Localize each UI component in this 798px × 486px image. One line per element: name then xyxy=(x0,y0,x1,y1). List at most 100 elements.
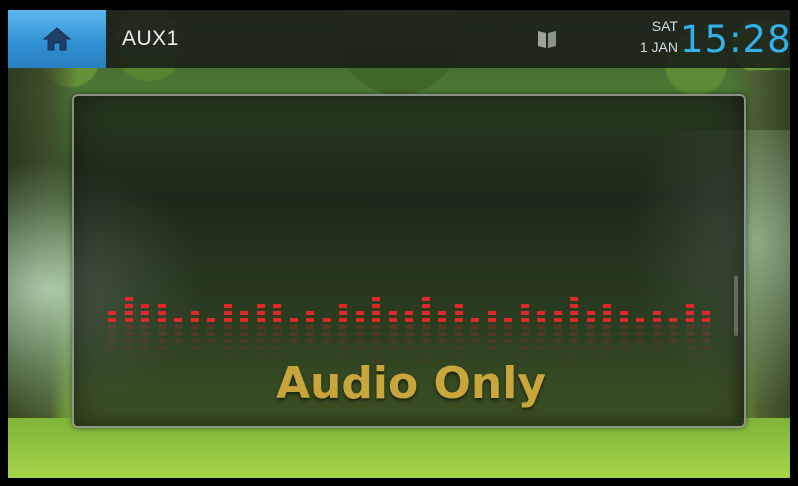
equalizer-reflection xyxy=(339,346,347,350)
equalizer-reflection xyxy=(421,325,430,329)
home-button[interactable] xyxy=(8,10,106,68)
equalizer-reflection xyxy=(289,332,298,336)
equalizer-reflection xyxy=(355,332,364,336)
equalizer-segment xyxy=(603,311,611,315)
equalizer-segment xyxy=(256,318,265,322)
equalizer-bar xyxy=(553,280,562,370)
equalizer-bar xyxy=(405,280,413,370)
equalizer-segment xyxy=(570,304,578,308)
equalizer-reflection xyxy=(603,339,611,343)
equalizer-segment xyxy=(339,318,347,322)
equalizer-reflection xyxy=(223,332,232,336)
equalizer-reflection xyxy=(306,346,314,350)
equalizer-reflection xyxy=(256,332,265,336)
equalizer-reflection xyxy=(223,353,232,357)
equalizer-reflection xyxy=(685,346,694,350)
equalizer-reflection xyxy=(702,325,710,329)
equalizer-reflection xyxy=(388,325,397,329)
equalizer-reflection xyxy=(339,332,347,336)
equalizer-reflection xyxy=(669,339,677,343)
equalizer-reflection xyxy=(240,339,248,343)
equalizer-segment xyxy=(190,318,199,322)
equalizer-reflection xyxy=(619,332,628,336)
equalizer-segment xyxy=(124,297,133,301)
equalizer-reflection xyxy=(603,325,611,329)
equalizer-reflection xyxy=(273,346,281,350)
equalizer-segment xyxy=(504,318,512,322)
equalizer-reflection xyxy=(504,325,512,329)
equalizer-segment xyxy=(405,311,413,315)
equalizer-bar xyxy=(355,280,364,370)
equalizer-segment xyxy=(174,318,182,322)
equalizer-segment xyxy=(339,304,347,308)
equalizer-bar xyxy=(438,280,446,370)
equalizer-bar xyxy=(669,280,677,370)
equalizer-reflection xyxy=(223,339,232,343)
equalizer-reflection xyxy=(586,332,595,336)
equalizer-segment xyxy=(652,318,661,322)
equalizer-reflection xyxy=(702,346,710,350)
equalizer-segment xyxy=(553,311,562,315)
equalizer-reflection xyxy=(702,332,710,336)
equalizer-reflection xyxy=(570,332,578,336)
equalizer-segment xyxy=(570,318,578,322)
equalizer-reflection xyxy=(339,325,347,329)
equalizer-reflection xyxy=(438,346,446,350)
equalizer-reflection xyxy=(603,332,611,336)
equalizer-reflection xyxy=(520,346,529,350)
equalizer-segment xyxy=(421,311,430,315)
equalizer-segment xyxy=(685,318,694,322)
equalizer-reflection xyxy=(586,339,595,343)
equalizer-reflection xyxy=(652,346,661,350)
equalizer-reflection xyxy=(223,325,232,329)
date-date: 1 JAN xyxy=(639,39,678,55)
equalizer-reflection xyxy=(636,339,644,343)
equalizer-reflection xyxy=(421,332,430,336)
equalizer-reflection xyxy=(157,346,166,350)
equalizer-bar xyxy=(586,280,595,370)
equalizer-segment xyxy=(454,304,463,308)
date-day: SAT xyxy=(651,18,678,34)
equalizer-segment xyxy=(619,318,628,322)
equalizer-segment xyxy=(454,318,463,322)
equalizer-bar xyxy=(124,280,133,370)
equalizer-bar xyxy=(636,280,644,370)
equalizer-segment xyxy=(636,318,644,322)
equalizer-bar xyxy=(504,280,512,370)
equalizer-segment xyxy=(322,318,331,322)
equalizer-bar xyxy=(108,280,116,370)
equalizer-segment xyxy=(685,304,694,308)
equalizer-reflection xyxy=(405,332,413,336)
equalizer-reflection xyxy=(124,325,133,329)
equalizer-reflection xyxy=(471,332,479,336)
equalizer-reflection xyxy=(619,339,628,343)
equalizer-bar xyxy=(570,280,578,370)
equalizer-reflection xyxy=(454,332,463,336)
equalizer-reflection xyxy=(157,353,166,357)
equalizer-reflection xyxy=(652,325,661,329)
equalizer-segment xyxy=(240,318,248,322)
equalizer-reflection xyxy=(636,325,644,329)
equalizer-reflection xyxy=(438,332,446,336)
equalizer-reflection xyxy=(372,339,380,343)
equalizer-reflection xyxy=(240,325,248,329)
equalizer-reflection xyxy=(273,332,281,336)
equalizer-reflection xyxy=(157,332,166,336)
equalizer-reflection xyxy=(322,332,331,336)
equalizer-reflection xyxy=(388,332,397,336)
equalizer-reflection xyxy=(108,339,116,343)
equalizer-reflection xyxy=(322,339,331,343)
equalizer-reflection xyxy=(207,325,215,329)
equalizer-reflection xyxy=(372,332,380,336)
book-icon[interactable] xyxy=(536,28,558,50)
equalizer-reflection xyxy=(487,332,496,336)
equalizer-reflection xyxy=(454,339,463,343)
equalizer-reflection xyxy=(652,332,661,336)
equalizer-bar xyxy=(190,280,199,370)
equalizer-segment xyxy=(388,318,397,322)
equalizer-reflection xyxy=(355,325,364,329)
equalizer-reflection xyxy=(190,346,199,350)
equalizer-bar xyxy=(289,280,298,370)
equalizer-reflection xyxy=(421,346,430,350)
equalizer-reflection xyxy=(124,332,133,336)
